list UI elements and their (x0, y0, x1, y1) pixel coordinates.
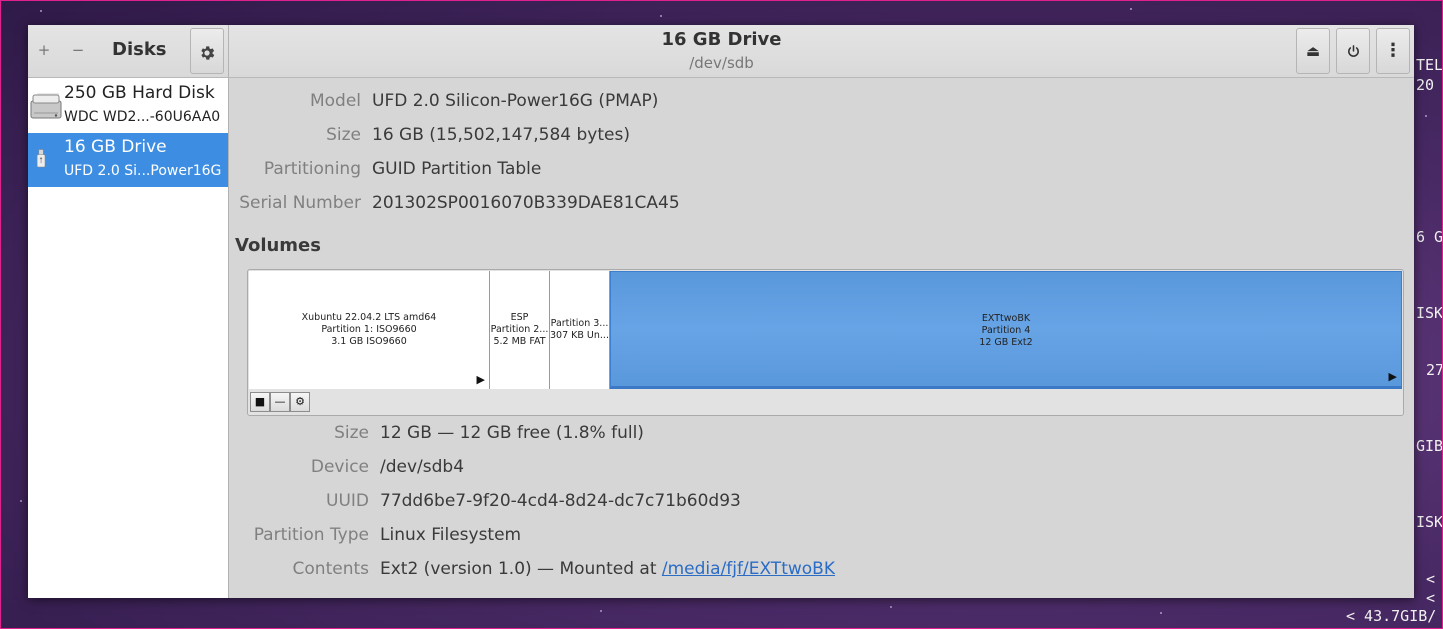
disk-model: UFD 2.0 Si...Power16G (64, 163, 222, 179)
partition-number: Partition 1: ISO9660 (321, 324, 417, 335)
terminal-text: TEL (1416, 56, 1443, 74)
contents-label: Contents (292, 559, 369, 579)
drive-device-path: /dev/sdb (689, 54, 754, 72)
partition-3[interactable]: Partition 3... 307 KB Un... (550, 271, 610, 389)
usb-drive-icon (36, 149, 46, 168)
stop-icon: ■ (254, 395, 266, 408)
power-icon (1347, 45, 1359, 57)
terminal-text: < (1426, 570, 1436, 588)
uuid-value: 77dd6be7-9f20-4cd4-8d24-dc7c71b60d93 (380, 491, 741, 511)
terminal-text: 27 (1426, 361, 1443, 379)
expand-arrow-icon[interactable]: ▶ (1389, 370, 1397, 383)
volumes-heading: Volumes (235, 235, 321, 256)
sidebar-header: + − Disks (28, 25, 229, 77)
star (890, 606, 892, 608)
terminal-text: 20 (1416, 76, 1435, 94)
size-value: 16 GB (15,502,147,584 bytes) (372, 125, 630, 145)
drive-title: 16 GB Drive (661, 29, 782, 50)
gears-icon: ⚙ (295, 395, 305, 408)
drive-header: 16 GB Drive /dev/sdb (228, 25, 1215, 77)
uuid-label: UUID (326, 491, 369, 511)
model-label: Model (309, 91, 361, 111)
partition-label: EXTtwoBK (981, 313, 1031, 324)
delete-partition-button[interactable]: — (270, 392, 290, 412)
disk-name: 250 GB Hard Disk (64, 83, 215, 103)
volume-toolbar: ■ — ⚙ (250, 392, 310, 412)
partition-size: 5.2 MB FAT (493, 336, 546, 347)
partition-type-label: Partition Type (253, 525, 369, 545)
drive-details: Model UFD 2.0 Silicon-Power16G (PMAP) Si… (229, 78, 1414, 598)
partition-1[interactable]: Xubuntu 22.04.2 LTS amd64 Partition 1: I… (249, 271, 490, 389)
mount-point-link[interactable]: /media/fjf/EXTtwoBK (662, 559, 835, 579)
partition-number: Partition 3... (550, 318, 609, 329)
hard-disk-icon (30, 93, 62, 119)
terminal-text: ISK (1416, 513, 1443, 531)
app-menu-button[interactable] (190, 28, 224, 74)
partition-label: ESP (510, 312, 529, 323)
disk-list-sidebar: 250 GB Hard Disk WDC WD2...-60U6AA0 16 G… (28, 78, 229, 598)
star (1130, 8, 1132, 10)
expand-arrow-icon[interactable]: ▶ (477, 373, 485, 386)
serial-number-label: Serial Number (239, 193, 361, 213)
drive-menu-button[interactable]: ⋮ (1376, 28, 1410, 74)
power-off-button[interactable] (1336, 28, 1370, 74)
volume-map: Xubuntu 22.04.2 LTS amd64 Partition 1: I… (247, 269, 1404, 416)
star (600, 610, 602, 612)
size-label: Size (326, 125, 361, 145)
terminal-text: 6 G (1416, 228, 1443, 246)
partition-strip: Xubuntu 22.04.2 LTS amd64 Partition 1: I… (249, 271, 1402, 389)
eject-icon: ⏏ (1305, 42, 1321, 60)
disk-item-16gb-drive[interactable]: 16 GB Drive UFD 2.0 Si...Power16G (28, 133, 228, 187)
detach-disk-button[interactable]: − (67, 39, 89, 61)
partition-number: Partition 2... (490, 324, 549, 335)
disk-model: WDC WD2...-60U6AA0 (64, 109, 221, 125)
partition-type-value: Linux Filesystem (380, 525, 522, 545)
terminal-text: < (1426, 589, 1436, 607)
add-disk-image-button[interactable]: + (33, 39, 55, 61)
partitioning-label: Partitioning (263, 159, 361, 179)
gear-icon (201, 45, 215, 60)
unmount-button[interactable]: ■ (250, 392, 270, 412)
model-value: UFD 2.0 Silicon-Power16G (PMAP) (372, 91, 659, 111)
terminal-text: < 43.7GIB/ (1346, 607, 1437, 625)
terminal-text: GIB (1416, 437, 1443, 455)
star (40, 10, 42, 12)
contents-value: Ext2 (version 1.0) — Mounted at /media/f… (380, 559, 835, 579)
partition-label: Xubuntu 22.04.2 LTS amd64 (301, 312, 437, 323)
device-label: Device (310, 457, 369, 477)
contents-text: Ext2 (version 1.0) — Mounted at (380, 559, 662, 579)
partition-number: Partition 4 (981, 325, 1031, 336)
disk-name: 16 GB Drive (64, 137, 167, 157)
disks-window: + − Disks 16 GB Drive /dev/sdb ⏏ ⋮ 250 G… (28, 25, 1414, 598)
eject-button[interactable]: ⏏ (1296, 28, 1330, 74)
terminal-text: ISK (1416, 304, 1443, 322)
star (660, 15, 662, 17)
star (20, 500, 22, 502)
partition-size: 12 GB Ext2 (979, 337, 1033, 348)
more-options-icon: ⋮ (1384, 40, 1402, 61)
partition-size: 307 KB Un... (550, 330, 609, 341)
header-bar: + − Disks 16 GB Drive /dev/sdb ⏏ ⋮ (28, 25, 1414, 78)
volume-size-value: 12 GB — 12 GB free (1.8% full) (380, 423, 644, 443)
partition-size: 3.1 GB ISO9660 (331, 336, 407, 347)
disk-item-250gb-hard-disk[interactable]: 250 GB Hard Disk WDC WD2...-60U6AA0 (28, 79, 228, 133)
device-value: /dev/sdb4 (380, 457, 465, 477)
partition-2[interactable]: ESP Partition 2... 5.2 MB FAT (490, 271, 550, 389)
star (1160, 612, 1162, 614)
partition-options-button[interactable]: ⚙ (290, 392, 310, 412)
app-title: Disks (112, 39, 167, 60)
minus-icon: — (274, 395, 286, 408)
serial-number-value: 201302SP0016070B339DAE81CA45 (372, 193, 680, 213)
partition-4[interactable]: EXTtwoBK Partition 4 12 GB Ext2 ▶ (610, 271, 1402, 389)
partitioning-value: GUID Partition Table (372, 159, 542, 179)
star (1425, 115, 1427, 117)
volume-size-label: Size (334, 423, 369, 443)
